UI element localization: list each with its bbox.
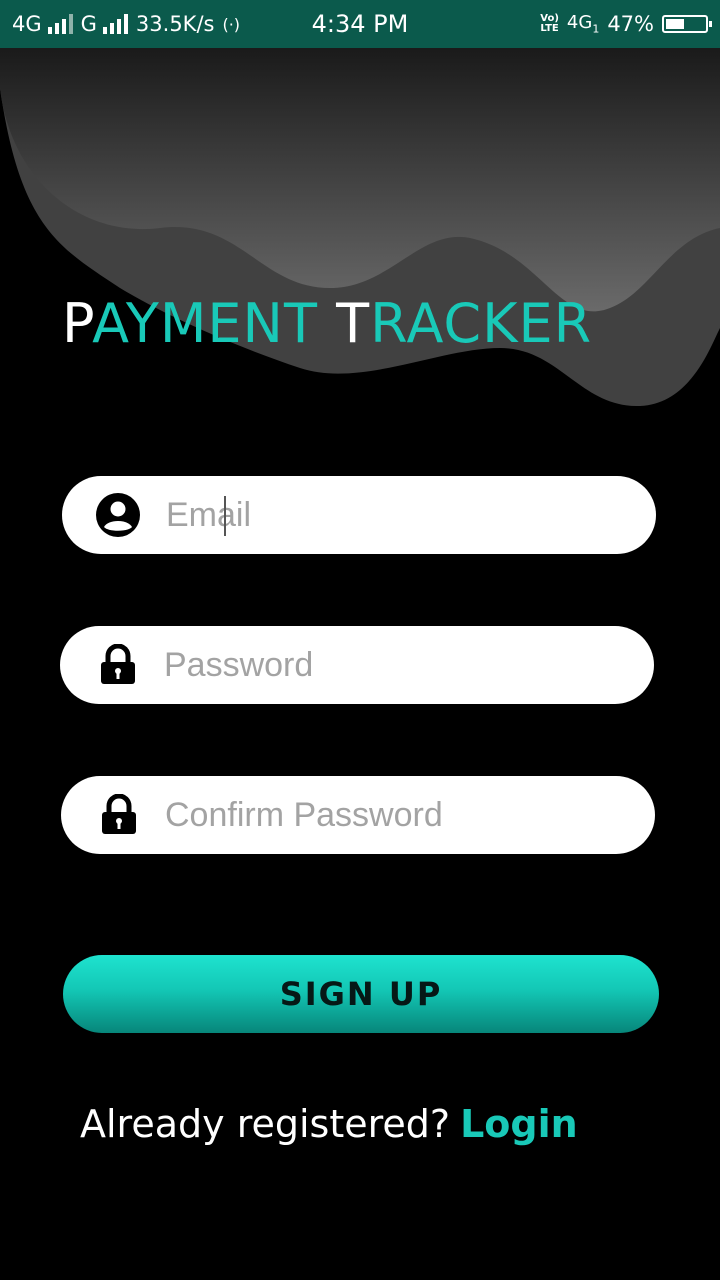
volte-icon: Vo) LTE	[540, 14, 559, 34]
sign-up-button[interactable]: SIGN UP	[63, 955, 659, 1033]
title-initial-p: P	[62, 292, 93, 355]
battery-percent: 47%	[607, 12, 654, 36]
sim2-network-label: G	[80, 12, 97, 36]
sim2-signal: G	[81, 12, 128, 36]
data-speed: 33.5K/s	[135, 12, 215, 36]
confirm-password-field[interactable]	[61, 776, 655, 854]
title-word2-rest: RACKER	[370, 292, 593, 355]
wave-background	[0, 48, 720, 407]
lock-icon	[94, 641, 142, 689]
login-link[interactable]: Login	[460, 1102, 578, 1146]
time-label: 4:34 PM	[311, 10, 409, 38]
sim1-network-label: 4G	[12, 12, 42, 36]
already-registered-text: Already registered?	[80, 1102, 451, 1146]
network-type-icon: 4G1	[567, 12, 599, 36]
title-word1-rest: AYMENT	[92, 292, 318, 355]
status-left: 4G G 33.5K/s (·)	[12, 0, 240, 48]
app-title: PAYMENT TRACKER	[62, 292, 592, 355]
signal-bars-icon	[102, 14, 128, 34]
network-sub-label: 1	[592, 22, 600, 36]
title-initial-t: T	[336, 292, 371, 355]
email-field[interactable]	[62, 476, 656, 554]
text-caret	[224, 496, 226, 536]
hotspot-icon: (·)	[222, 14, 241, 34]
signal-bars-icon	[47, 14, 73, 34]
network-type-label: 4G	[566, 12, 593, 34]
confirm-password-input[interactable]	[163, 794, 607, 836]
user-circle-icon	[94, 491, 142, 539]
volte-bottom-label: LTE	[540, 23, 559, 34]
battery-icon	[662, 15, 712, 33]
sim1-signal: 4G	[12, 12, 73, 36]
lock-icon	[95, 791, 143, 839]
password-input[interactable]	[162, 644, 606, 686]
email-input[interactable]	[164, 494, 608, 536]
status-bar: 4G G 33.5K/s (·) 4:34 PM Vo) LTE 4G1 47%	[0, 0, 720, 48]
login-prompt: Already registered? Login	[80, 1102, 578, 1146]
battery-fill	[666, 19, 684, 29]
status-right: Vo) LTE 4G1 47%	[540, 0, 712, 48]
password-field[interactable]	[60, 626, 654, 704]
